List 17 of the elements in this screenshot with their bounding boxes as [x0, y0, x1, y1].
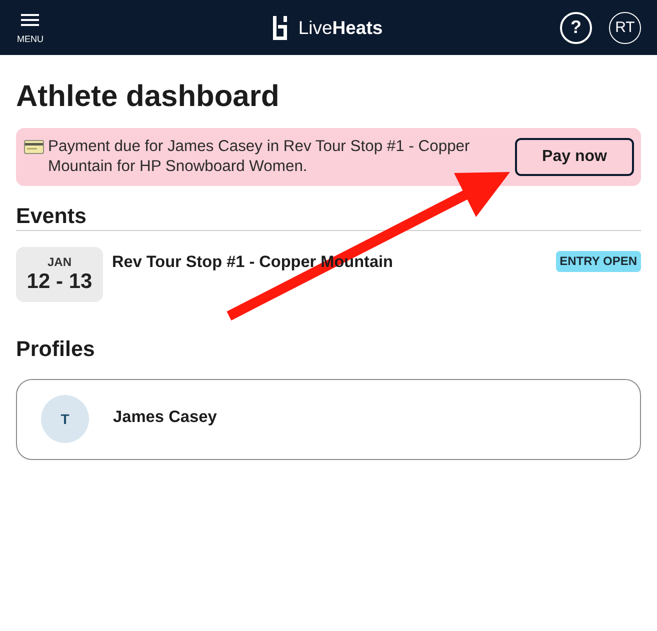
section-heading: Profiles [16, 337, 96, 361]
profile-name: James Casey [113, 408, 217, 426]
payment-message: Payment due for James Casey in Rev Tour Stop #1 - Copper Mountain for HP Snowboard Women. [48, 137, 471, 177]
credit-card-icon [24, 140, 44, 154]
logo-icon [273, 16, 288, 40]
status-badge: ENTRY OPEN [556, 251, 641, 272]
page-title: Athlete dashboard [16, 80, 280, 114]
logo-text: LiveHeats [298, 16, 383, 38]
event-month: JAN [47, 254, 72, 268]
account-button[interactable]: RT [609, 12, 641, 44]
menu-icon [21, 14, 40, 26]
profile-card[interactable]: T James Casey [16, 379, 641, 460]
help-button[interactable]: ? [560, 12, 592, 44]
avatar-initial: T [41, 395, 89, 443]
pay-now-button[interactable]: Pay now [515, 138, 634, 176]
event-days: 12 - 13 [26, 268, 92, 294]
menu-button[interactable]: MENU [17, 14, 44, 44]
